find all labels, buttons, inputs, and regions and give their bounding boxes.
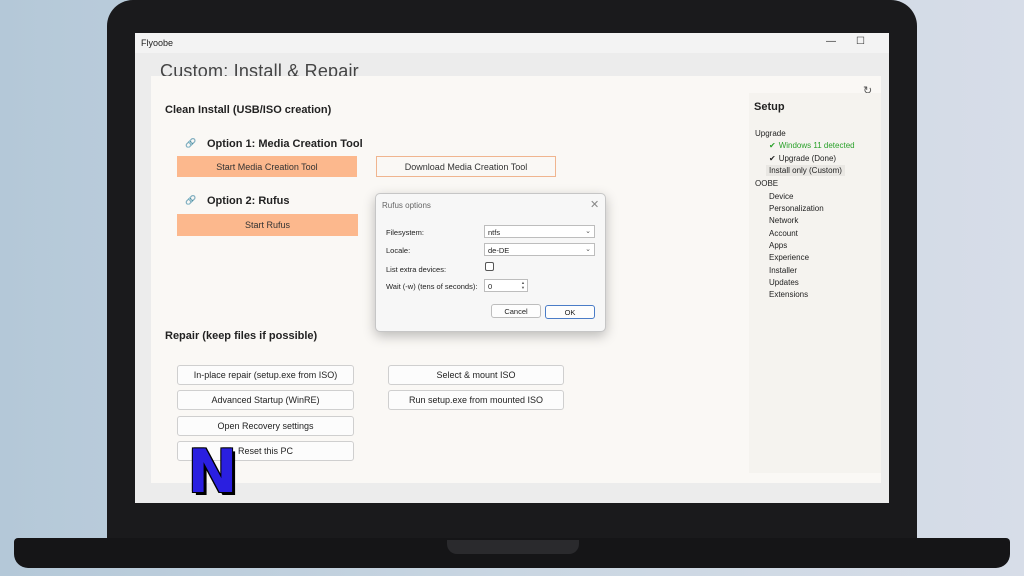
nav-item-experience[interactable]: Experience: [769, 253, 809, 262]
nav-item-installer[interactable]: Installer: [769, 266, 797, 275]
filesystem-label: Filesystem:: [386, 228, 424, 237]
nav-item-extensions[interactable]: Extensions: [769, 290, 808, 299]
option1-title: Option 1: Media Creation Tool: [207, 138, 363, 150]
locale-select[interactable]: de-DE ⌄: [484, 243, 595, 256]
select-mount-iso-button[interactable]: Select & mount ISO: [388, 365, 564, 385]
list-extra-devices-label: List extra devices:: [386, 265, 447, 274]
check-icon: ✔: [769, 141, 776, 150]
nav-item-network[interactable]: Network: [769, 216, 798, 225]
nav-item-oobe[interactable]: OOBE: [755, 179, 778, 188]
nav-item-label: Windows 11 detected: [778, 141, 855, 150]
nav-item-updates[interactable]: Updates: [769, 278, 799, 287]
wait-stepper[interactable]: 0 ▲ ▼: [484, 279, 528, 292]
nav-item-account[interactable]: Account: [769, 229, 798, 238]
clean-install-title: Clean Install (USB/ISO creation): [165, 104, 332, 116]
nav-item-install-only[interactable]: Install only (Custom): [766, 165, 845, 176]
nav-item-personalization[interactable]: Personalization: [769, 204, 824, 213]
maximize-button[interactable]: ☐: [856, 36, 865, 47]
start-media-creation-tool-button[interactable]: Start Media Creation Tool: [177, 156, 357, 177]
run-setup-mounted-iso-button[interactable]: Run setup.exe from mounted ISO: [388, 390, 564, 410]
wait-value: 0: [488, 282, 493, 291]
titlebar: Flyoobe — ☐: [135, 33, 889, 53]
repair-title: Repair (keep files if possible): [165, 330, 318, 342]
app-window: Flyoobe — ☐ Custom: Install & Repair ↻ C…: [135, 33, 889, 503]
advanced-startup-button[interactable]: Advanced Startup (WinRE): [177, 390, 354, 410]
logo: N: [187, 437, 238, 507]
open-recovery-settings-button[interactable]: Open Recovery settings: [177, 416, 354, 436]
nav-item-device[interactable]: Device: [769, 192, 793, 201]
cancel-button[interactable]: Cancel: [491, 304, 541, 318]
list-extra-devices-checkbox[interactable]: [485, 262, 494, 271]
link-icon: 🔗: [185, 138, 197, 148]
link-icon: 🔗: [185, 195, 197, 205]
setup-nav: Setup Upgrade ✔ Windows 11 detected ✔ Upgr…: [749, 93, 881, 473]
chevron-down-icon: ⌄: [585, 246, 591, 253]
locale-label: Locale:: [386, 246, 411, 255]
nav-item-upgrade[interactable]: Upgrade: [755, 129, 786, 138]
option2-title: Option 2: Rufus: [207, 195, 290, 207]
close-icon[interactable]: ✕: [590, 198, 599, 211]
laptop-notch: [447, 540, 579, 554]
wait-label: Wait (-w) (tens of seconds):: [386, 282, 478, 291]
window-title: Flyoobe: [141, 38, 174, 48]
check-icon: ✔: [769, 154, 776, 163]
nav-title: Setup: [754, 101, 785, 113]
inplace-repair-button[interactable]: In-place repair (setup.exe from ISO): [177, 365, 354, 385]
nav-item-upgrade-done[interactable]: ✔ Upgrade (Done): [769, 154, 836, 163]
dialog-title: Rufus options: [382, 201, 431, 210]
ok-button[interactable]: OK: [545, 305, 595, 319]
download-media-creation-tool-button[interactable]: Download Media Creation Tool: [376, 156, 556, 177]
nav-item-win11-detected: ✔ Windows 11 detected: [769, 141, 855, 150]
nav-item-label: Upgrade (Done): [778, 154, 837, 163]
stepper-arrows-icon[interactable]: ▲ ▼: [521, 280, 525, 290]
locale-value: de-DE: [488, 246, 510, 255]
rufus-options-dialog: Rufus options ✕ Filesystem: ntfs ⌄ Local…: [375, 193, 606, 332]
nav-item-apps[interactable]: Apps: [769, 241, 787, 250]
minimize-button[interactable]: —: [826, 36, 836, 47]
filesystem-select[interactable]: ntfs ⌄: [484, 225, 595, 238]
chevron-down-icon: ⌄: [585, 228, 591, 235]
filesystem-value: ntfs: [488, 228, 501, 237]
start-rufus-button[interactable]: Start Rufus: [177, 214, 358, 236]
